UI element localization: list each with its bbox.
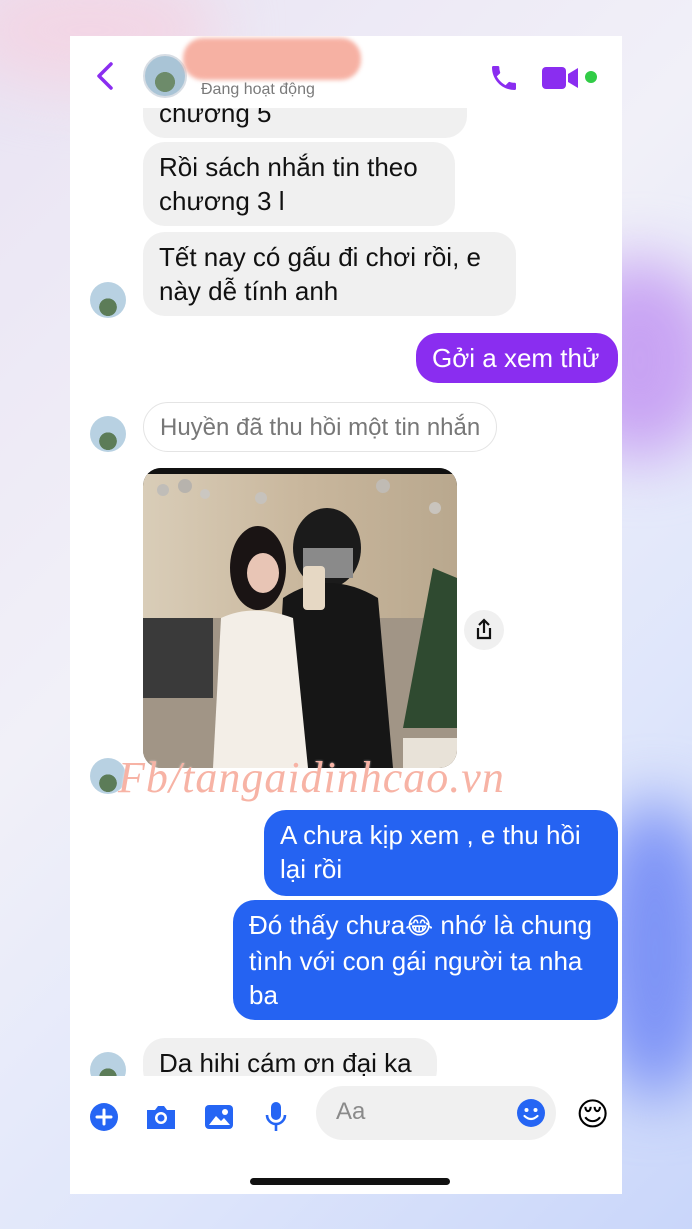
- message-input[interactable]: Aa: [316, 1086, 556, 1140]
- input-placeholder: Aa: [336, 1098, 366, 1125]
- share-button[interactable]: [464, 610, 504, 650]
- photo-attachment[interactable]: [143, 468, 457, 768]
- microphone-icon[interactable]: [264, 1100, 288, 1134]
- phone-call-icon[interactable]: [488, 62, 520, 94]
- messenger-screen: Đang hoạt động chương 5 Rồi sách nhắn ti…: [70, 36, 622, 1194]
- message-text: Tết nay có gấu đi chơi rồi, e này dễ tín…: [159, 242, 481, 306]
- sender-avatar[interactable]: [90, 282, 126, 318]
- message-incoming[interactable]: Rồi sách nhắn tin theo chương 3 l: [143, 142, 455, 226]
- message-text: Da hihi cám ơn đại ka: [159, 1048, 412, 1078]
- recalled-message-notice: Huyền đã thu hồi một tin nhắn: [143, 402, 498, 452]
- message-text: Gởi a xem thử: [432, 343, 600, 373]
- online-indicator: [585, 71, 597, 83]
- sender-avatar[interactable]: [90, 416, 126, 452]
- laughing-emoji: 😂: [405, 913, 434, 940]
- reaction-emoji-button[interactable]: 😌: [576, 1094, 609, 1134]
- message-outgoing[interactable]: Đó thấy chưa😂 nhớ là chung tình với con …: [233, 900, 618, 1020]
- video-call-icon[interactable]: [542, 66, 580, 90]
- gallery-icon[interactable]: [203, 1102, 235, 1132]
- contact-name-redacted: [183, 38, 361, 80]
- message-outgoing[interactable]: Gởi a xem thử: [416, 333, 618, 383]
- photo-image: [143, 468, 457, 768]
- share-icon: [476, 618, 492, 640]
- watermark: Fb/tangaidinhcao.vn: [118, 753, 505, 802]
- active-status: Đang hoạt động: [201, 81, 315, 98]
- home-indicator: [250, 1178, 450, 1185]
- message-composer: Aa 😌: [70, 1076, 622, 1194]
- message-incoming[interactable]: Tết nay có gấu đi chơi rồi, e này dễ tín…: [143, 232, 516, 316]
- add-icon[interactable]: [89, 1102, 119, 1132]
- emoji-icon[interactable]: [516, 1098, 546, 1128]
- chat-header: Đang hoạt động: [70, 36, 622, 108]
- message-outgoing[interactable]: A chưa kịp xem , e thu hồi lại rồi: [264, 810, 618, 896]
- back-icon[interactable]: [96, 62, 114, 90]
- recall-text: Huyền đã thu hồi một tin nhắn: [160, 414, 481, 441]
- message-text: A chưa kịp xem , e thu hồi lại rồi: [280, 820, 581, 884]
- message-text: Đó thấy chưa: [249, 910, 406, 940]
- avatar[interactable]: [143, 54, 187, 98]
- camera-icon[interactable]: [144, 1102, 178, 1132]
- message-text: Rồi sách nhắn tin theo chương 3 l: [159, 152, 418, 216]
